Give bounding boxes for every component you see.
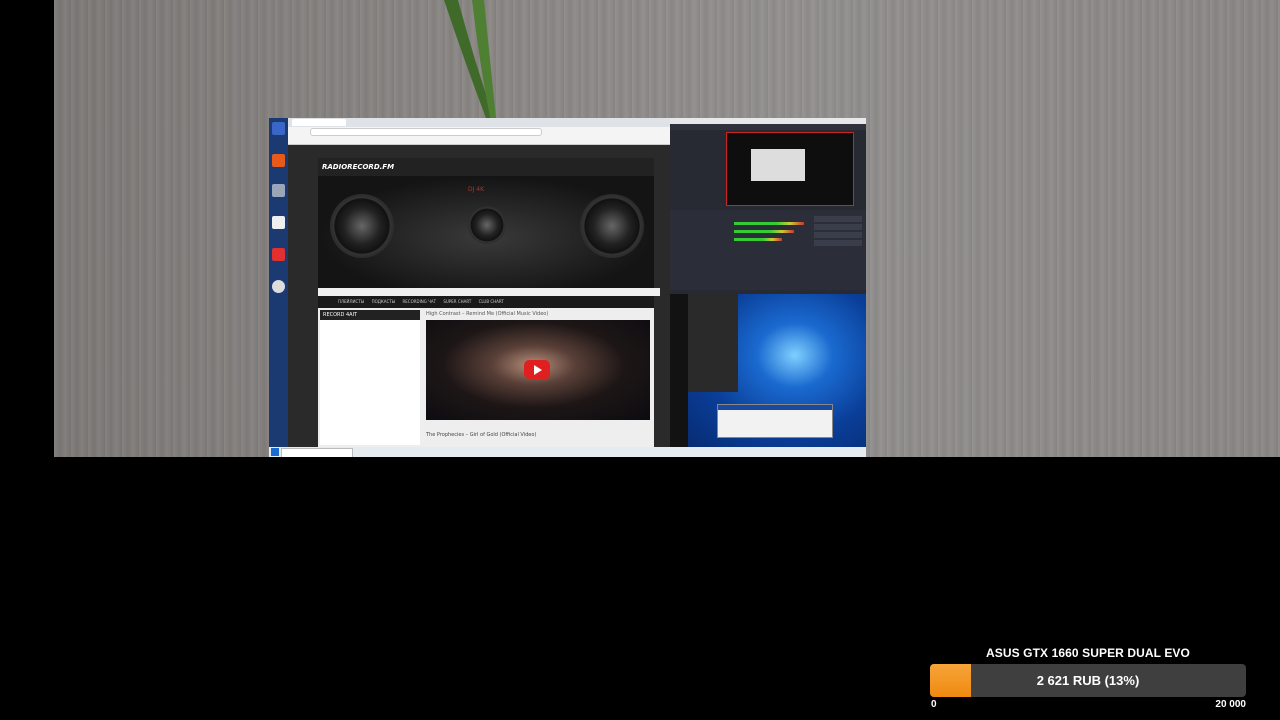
browser-tab-bar: [288, 118, 670, 127]
nav-item-super-chart[interactable]: SUPER CHART: [443, 299, 471, 304]
obs-window: [670, 118, 866, 294]
obs-start-recording-button[interactable]: [814, 224, 862, 230]
firefox-icon[interactable]: [272, 154, 285, 167]
taskbar-search[interactable]: [281, 448, 353, 457]
donation-max-label: 20 000: [1215, 699, 1246, 710]
recycle-bin-icon[interactable]: [272, 184, 285, 197]
player-panel: [688, 294, 738, 392]
donation-min-label: 0: [931, 699, 937, 710]
site-top-links: [318, 288, 660, 296]
desktop-icons: [269, 118, 288, 447]
document-icon[interactable]: [272, 216, 285, 229]
turntable-left: [330, 194, 394, 258]
captured-screen: RADIORECORD.FM DJ 4K ПЛЕЙЛИСТЫ ПОДКАСТЫ …: [269, 118, 866, 457]
chrome-icon[interactable]: [272, 280, 285, 293]
obs-start-stream-button[interactable]: [814, 216, 862, 222]
play-icon[interactable]: [524, 360, 550, 379]
bookmarks-bar: [288, 136, 670, 145]
site-content: RECORD 4AIT High Contrast – Remind Me (O…: [318, 308, 654, 447]
obs-menu-bar: [670, 124, 866, 130]
chat-sidebar: RECORD 4AIT: [320, 310, 420, 445]
site-header: RADIORECORD.FM: [318, 158, 654, 176]
obs-studio-mode-button[interactable]: [814, 232, 862, 238]
address-bar[interactable]: [310, 127, 542, 136]
volume-dialog[interactable]: [717, 404, 833, 438]
browser-address-row: [288, 127, 670, 136]
dialog-title-bar: [718, 405, 832, 410]
preview-capture: [751, 149, 805, 181]
browser-tab[interactable]: [292, 119, 346, 126]
donation-progress-bar: 2 621 RUB (13%): [930, 664, 1246, 697]
video-player[interactable]: [426, 320, 650, 420]
mixer-knob: [468, 206, 506, 244]
radiorecord-site: RADIORECORD.FM DJ 4K ПЛЕЙЛИСТЫ ПОДКАСТЫ …: [318, 158, 660, 447]
dj-hero-banner: DJ 4K: [318, 176, 654, 288]
plant-leaves: [444, 0, 496, 118]
audio-meter: [734, 238, 782, 241]
video-title[interactable]: High Contrast – Remind Me (Official Musi…: [426, 311, 548, 317]
browser-window: RADIORECORD.FM DJ 4K ПЛЕЙЛИСТЫ ПОДКАСТЫ …: [288, 118, 670, 447]
audio-meter: [734, 230, 794, 233]
site-nav: ПЛЕЙЛИСТЫ ПОДКАСТЫ RECORDING ЧАТ SUPER C…: [318, 296, 654, 308]
nav-item-club-chart[interactable]: CLUB CHART: [479, 299, 504, 304]
windows-taskbar: [269, 447, 866, 457]
sidebar-heading: RECORD 4AIT: [320, 310, 420, 320]
site-logo[interactable]: RADIORECORD.FM: [322, 163, 394, 171]
hero-title: DJ 4K: [468, 186, 485, 193]
donation-progress-text: 2 621 RUB (13%): [1036, 673, 1140, 688]
start-button[interactable]: [271, 448, 279, 456]
nav-item-chat[interactable]: RECORDING ЧАТ: [403, 299, 437, 304]
obs-preview: [726, 132, 854, 206]
next-video-title[interactable]: The Prophecies – Girl of Gold (Official …: [426, 432, 536, 438]
yandex-icon[interactable]: [272, 248, 285, 261]
this-pc-icon[interactable]: [272, 122, 285, 135]
obs-settings-button[interactable]: [814, 240, 862, 246]
donation-goal-title: ASUS GTX 1660 SUPER DUAL EVO: [986, 646, 1190, 660]
nav-item-playlists[interactable]: ПЛЕЙЛИСТЫ: [338, 299, 364, 304]
obs-docks: [670, 210, 866, 290]
audio-meter: [734, 222, 804, 225]
turntable-right: [580, 194, 644, 258]
nav-item-podcasts[interactable]: ПОДКАСТЫ: [372, 299, 396, 304]
